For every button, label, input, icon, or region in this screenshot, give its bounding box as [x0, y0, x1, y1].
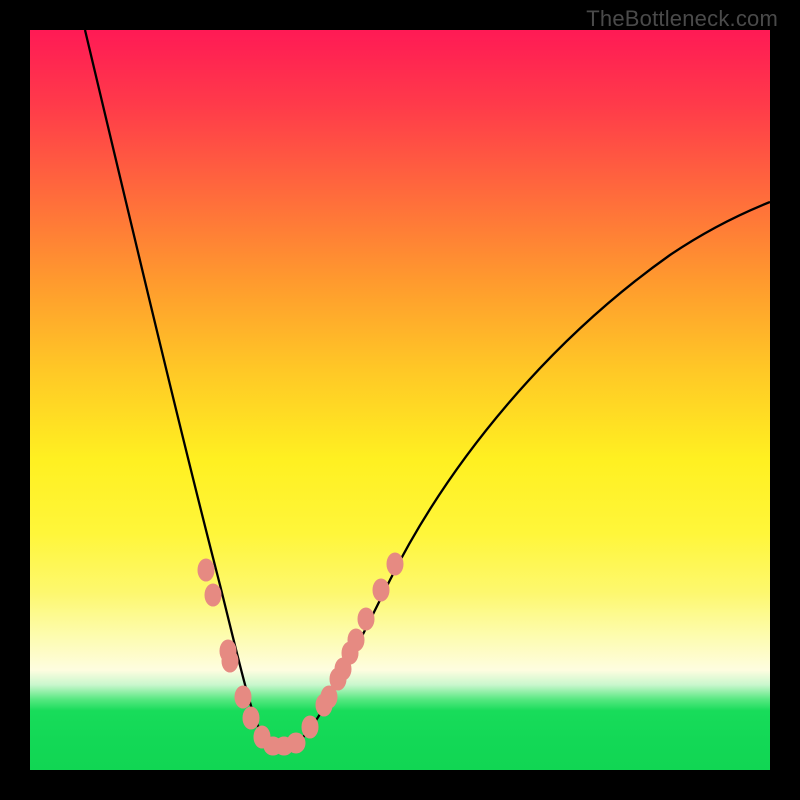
scatter-dot: [205, 584, 221, 606]
scatter-dot: [302, 716, 318, 738]
scatter-dot: [387, 553, 403, 575]
chart-frame: TheBottleneck.com: [0, 0, 800, 800]
chart-svg: [30, 30, 770, 770]
scatter-dot: [287, 733, 305, 753]
plot-area: [30, 30, 770, 770]
scatter-dot: [235, 686, 251, 708]
scatter-dot: [373, 579, 389, 601]
scatter-dot: [358, 608, 374, 630]
scatter-dot: [348, 629, 364, 651]
watermark-text: TheBottleneck.com: [586, 6, 778, 32]
scatter-dot: [243, 707, 259, 729]
bottleneck-curve: [85, 30, 770, 748]
scatter-dot: [198, 559, 214, 581]
scatter-dot: [222, 650, 238, 672]
scatter-dots: [198, 553, 403, 755]
